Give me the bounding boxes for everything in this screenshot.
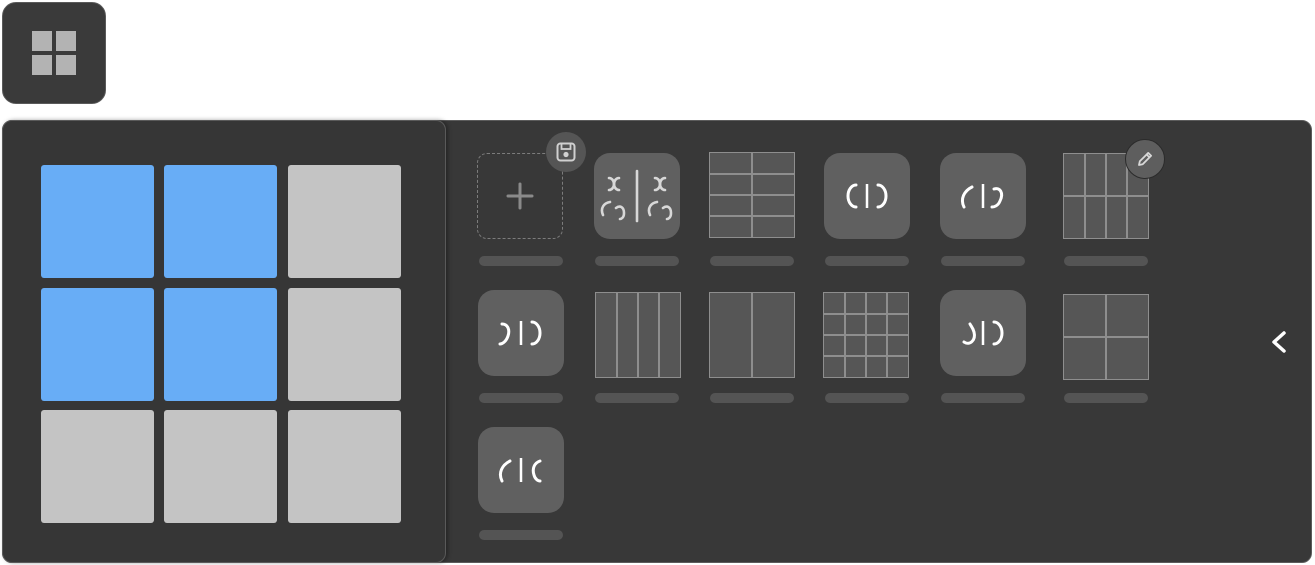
grid-2col-2row-icon bbox=[1063, 294, 1149, 380]
edit-layout-button[interactable] bbox=[1125, 139, 1165, 179]
preset-label-bar bbox=[710, 393, 794, 403]
four-view-icon bbox=[594, 153, 680, 239]
preset-label-bar bbox=[479, 393, 563, 403]
preset-label-bar bbox=[825, 393, 909, 403]
grid-cell-r2-c1[interactable] bbox=[41, 288, 154, 401]
preset-add-custom[interactable] bbox=[477, 152, 567, 270]
preset-label-bar bbox=[479, 530, 563, 540]
pencil-icon bbox=[1138, 152, 1152, 166]
grid-2col-4row-icon bbox=[709, 152, 795, 238]
preset-split-c[interactable] bbox=[939, 289, 1027, 407]
grid-4col-4row-icon bbox=[823, 292, 909, 378]
preset-split-a[interactable] bbox=[939, 152, 1027, 270]
grid-cell-r2-c2[interactable] bbox=[164, 288, 277, 401]
preset-label-bar bbox=[710, 256, 794, 266]
preset-grid-2x4[interactable] bbox=[708, 152, 796, 270]
split-view-icon bbox=[940, 290, 1026, 376]
preset-grid-4x4[interactable] bbox=[823, 289, 911, 407]
save-layout-button[interactable] bbox=[546, 132, 586, 172]
grid-size-selector bbox=[2, 120, 446, 563]
preset-split-d[interactable] bbox=[477, 426, 565, 544]
grid-cell-r1-c3[interactable] bbox=[288, 165, 401, 278]
grid-cell-r3-c1[interactable] bbox=[41, 410, 154, 523]
grid-cell-r1-c1[interactable] bbox=[41, 165, 154, 278]
grid-cell-r3-c2[interactable] bbox=[164, 410, 277, 523]
preset-grid-2x2[interactable] bbox=[1062, 289, 1150, 407]
two-view-icon bbox=[824, 153, 910, 239]
preset-label-bar bbox=[595, 256, 679, 266]
preset-split-b[interactable] bbox=[477, 289, 565, 407]
plus-icon bbox=[506, 182, 534, 210]
preset-label-bar bbox=[1064, 256, 1148, 266]
grid-cell-r2-c3[interactable] bbox=[288, 288, 401, 401]
preset-label-bar bbox=[941, 256, 1025, 266]
grid-cell-r1-c2[interactable] bbox=[164, 165, 277, 278]
layout-toggle-button[interactable] bbox=[2, 2, 106, 104]
split-view-icon bbox=[478, 290, 564, 376]
chevron-left-icon[interactable] bbox=[1265, 327, 1293, 357]
preset-label-bar bbox=[479, 256, 563, 266]
preset-label-bar bbox=[595, 393, 679, 403]
grid-2col-icon bbox=[709, 292, 795, 378]
grid-4col-icon bbox=[595, 292, 681, 378]
preset-grid-4x1[interactable] bbox=[593, 289, 681, 407]
save-icon bbox=[556, 142, 576, 162]
add-layout-slot bbox=[477, 153, 563, 239]
split-view-icon bbox=[940, 153, 1026, 239]
grid-2x2-icon bbox=[32, 31, 76, 75]
split-view-icon bbox=[478, 427, 564, 513]
preset-label-bar bbox=[1064, 393, 1148, 403]
preset-label-bar bbox=[825, 256, 909, 266]
preset-label-bar bbox=[941, 393, 1025, 403]
grid-cell-r3-c3[interactable] bbox=[288, 410, 401, 523]
layout-panel bbox=[2, 120, 1312, 563]
preset-grid-2x1[interactable] bbox=[708, 289, 796, 407]
preset-four-view[interactable] bbox=[593, 152, 681, 270]
preset-two-view[interactable] bbox=[823, 152, 911, 270]
